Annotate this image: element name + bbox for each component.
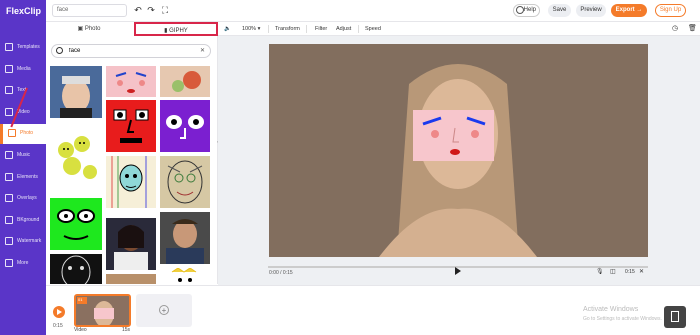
gif-result[interactable]	[106, 274, 156, 284]
player-controls: 0:00 / 0:15 🎙 ◫ 0:15 ✕	[218, 263, 700, 282]
photo-panel: ▣ Photo ▮ GIPHY ✕	[46, 22, 218, 284]
gif-result[interactable]	[50, 66, 102, 118]
watermark-icon	[5, 237, 13, 245]
save-button[interactable]: Save	[548, 4, 571, 17]
play-icon[interactable]	[455, 267, 461, 275]
gif-result[interactable]	[50, 122, 102, 194]
add-clip-button[interactable]: +	[136, 294, 192, 327]
video-preview[interactable]	[269, 44, 648, 257]
project-name-field[interactable]: face	[52, 4, 127, 17]
gif-result[interactable]	[50, 198, 102, 250]
download-button[interactable]	[664, 306, 686, 328]
sidebar-item-photo[interactable]: Photo	[0, 124, 46, 144]
sidebar: Templates Media Text Video Photo Music E…	[0, 22, 46, 335]
divider	[268, 25, 269, 33]
timeline-play-button[interactable]	[53, 306, 65, 318]
delete-icon[interactable]: 🗑	[688, 22, 697, 36]
clip-duration: 15s	[122, 327, 131, 333]
plus-icon: +	[159, 305, 169, 315]
sidebar-item-media[interactable]: Media	[0, 60, 46, 80]
sign-up-button[interactable]: Sign Up	[655, 4, 686, 17]
gif-search-field[interactable]: ✕	[51, 44, 211, 58]
timeline-time: 0:15	[53, 323, 63, 329]
top-bar: FlexClip face ↶ ↷ ⛶ Help Save Preview Ex…	[0, 0, 700, 22]
divider	[358, 25, 359, 33]
document-icon	[671, 311, 679, 322]
gif-result[interactable]	[106, 100, 156, 152]
redo-icon[interactable]: ↷	[146, 5, 156, 15]
transform-button[interactable]: Transform	[275, 22, 300, 36]
background-icon	[5, 216, 13, 224]
shrink-icon[interactable]: ✕	[639, 268, 644, 275]
timeline-clip[interactable]: 01	[74, 294, 131, 327]
gif-search-input[interactable]	[69, 46, 189, 56]
fullscreen-icon[interactable]: ⛶	[160, 5, 170, 15]
photo-tab-icon: ▣	[77, 26, 85, 32]
templates-icon	[5, 43, 13, 51]
help-icon	[516, 6, 524, 14]
gif-result[interactable]	[160, 156, 210, 208]
logo[interactable]: FlexClip	[6, 4, 46, 18]
undo-icon[interactable]: ↶	[133, 5, 143, 15]
adjust-button[interactable]: Adjust	[336, 22, 351, 36]
music-icon	[5, 151, 13, 159]
sidebar-item-watermark[interactable]: Watermark	[0, 232, 46, 252]
sidebar-item-video[interactable]: Video	[0, 103, 46, 123]
gif-result[interactable]	[50, 254, 102, 284]
overlays-icon	[5, 194, 13, 202]
gif-result[interactable]	[106, 218, 156, 270]
media-icon	[5, 65, 13, 73]
activate-windows-title: Activate Windows	[583, 306, 639, 313]
app: FlexClip face ↶ ↷ ⛶ Help Save Preview Ex…	[0, 0, 700, 335]
player-duration: 0:15	[625, 269, 635, 275]
photo-icon	[8, 129, 16, 137]
player-time: 0:00 / 0:15	[269, 270, 293, 276]
filter-button[interactable]: Filter	[315, 22, 327, 36]
volume-icon[interactable]: 🔈	[224, 22, 231, 36]
gif-result[interactable]	[106, 66, 156, 97]
clip-label: Video	[74, 327, 87, 333]
sidebar-item-overlays[interactable]: Overlays	[0, 189, 46, 209]
sidebar-item-templates[interactable]: Templates	[0, 38, 46, 58]
help-button[interactable]: Help	[513, 4, 540, 17]
sidebar-item-more[interactable]: More	[0, 254, 46, 274]
split-icon[interactable]: ◫	[610, 268, 616, 275]
clock-icon[interactable]: ◷	[672, 22, 678, 36]
text-icon	[5, 86, 13, 94]
speed-button[interactable]: Speed	[365, 22, 381, 36]
editor-toolbar: 🔈 100% ▾ Transform Filter Adjust Speed ◷…	[218, 22, 700, 36]
clear-search-icon[interactable]: ✕	[200, 47, 205, 54]
gif-result[interactable]	[160, 66, 210, 97]
divider	[306, 25, 307, 33]
play-icon	[57, 309, 62, 315]
clip-number: 01	[78, 297, 83, 302]
elements-icon	[5, 173, 13, 181]
sidebar-item-bkground[interactable]: BKground	[0, 211, 46, 231]
gif-result[interactable]	[106, 156, 156, 208]
tab-photo[interactable]: ▣ Photo	[46, 22, 132, 36]
gif-result[interactable]	[160, 212, 210, 264]
microphone-icon[interactable]: 🎙	[596, 268, 604, 275]
sidebar-item-music[interactable]: Music	[0, 146, 46, 166]
video-icon	[5, 108, 13, 116]
search-icon	[56, 47, 63, 54]
gif-result[interactable]	[160, 100, 210, 152]
preview-button[interactable]: Preview	[576, 4, 606, 17]
tab-giphy[interactable]: ▮ GIPHY	[134, 22, 218, 36]
more-icon	[5, 259, 13, 267]
export-button[interactable]: Export →	[611, 4, 647, 17]
sidebar-item-elements[interactable]: Elements	[0, 168, 46, 188]
gif-result[interactable]	[160, 268, 210, 284]
activate-windows-subtitle: Go to Settings to activate Windows.	[583, 316, 662, 322]
zoom-select[interactable]: 100% ▾	[242, 22, 260, 36]
